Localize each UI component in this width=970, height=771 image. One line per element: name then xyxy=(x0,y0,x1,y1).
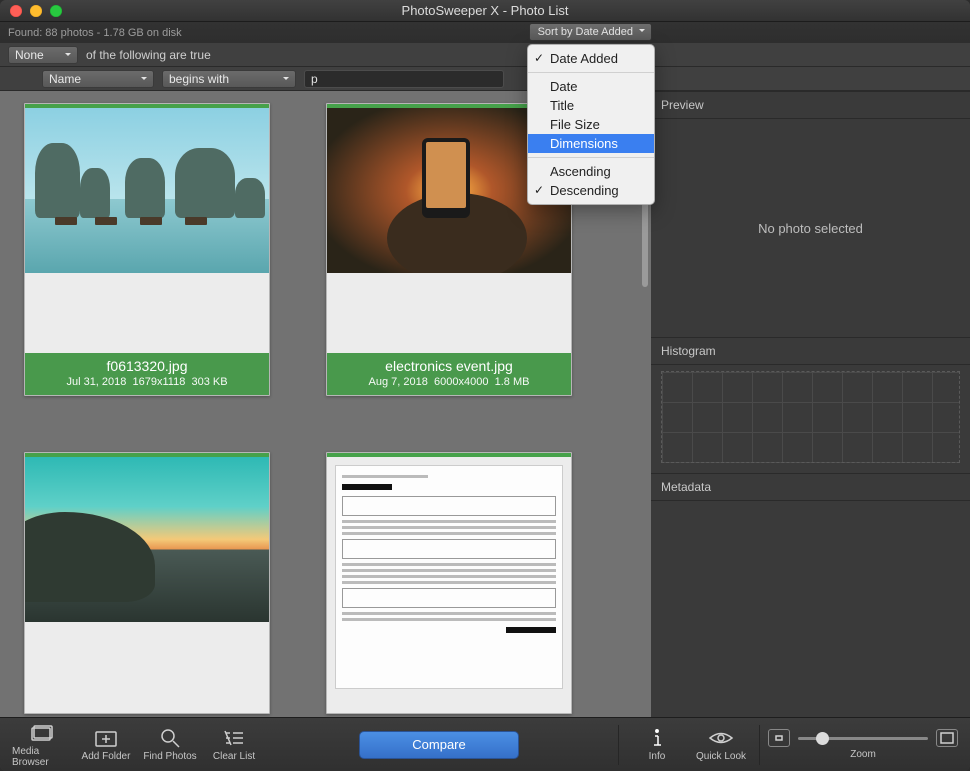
metadata-body xyxy=(651,501,970,717)
photo-card[interactable] xyxy=(326,452,572,714)
magnifier-icon xyxy=(157,727,183,749)
menu-item-label: Title xyxy=(550,98,574,113)
titlebar: PhotoSweeper X - Photo List xyxy=(0,0,970,22)
add-folder-button[interactable]: Add Folder xyxy=(76,727,136,762)
app-window: PhotoSweeper X - Photo List Found: 88 ph… xyxy=(0,0,970,771)
histogram-header: Histogram xyxy=(651,337,970,365)
menu-item-label: Date Added xyxy=(550,51,618,66)
button-label: Media Browser xyxy=(12,746,72,768)
window-title: PhotoSweeper X - Photo List xyxy=(0,3,970,18)
find-photos-button[interactable]: Find Photos xyxy=(140,727,200,762)
button-label: Clear List xyxy=(213,751,255,762)
eye-icon xyxy=(708,727,734,749)
sort-order-ascending[interactable]: Ascending xyxy=(528,162,654,181)
divider xyxy=(759,725,760,765)
info-button[interactable]: Info xyxy=(627,727,687,762)
bottom-toolbar: Media Browser Add Folder Find Photos Cle… xyxy=(0,717,970,771)
menu-item-label: Ascending xyxy=(550,164,611,179)
button-label: Quick Look xyxy=(696,751,746,762)
folder-plus-icon xyxy=(93,727,119,749)
clear-list-icon xyxy=(221,727,247,749)
sidebar: Preview No photo selected Histogram Meta… xyxy=(651,91,970,717)
photo-meta: electronics event.jpg Aug 7, 2018 6000x4… xyxy=(327,353,571,395)
match-mode-value: None xyxy=(15,48,44,62)
sort-option-file-size[interactable]: File Size xyxy=(528,115,654,134)
button-label: Find Photos xyxy=(143,751,196,762)
sort-option-date[interactable]: Date xyxy=(528,77,654,96)
slider-knob[interactable] xyxy=(816,732,829,745)
photo-stats: Aug 7, 2018 6000x4000 1.8 MB xyxy=(329,376,569,388)
filter-operator-select[interactable]: begins with xyxy=(162,70,296,88)
status-bar: Found: 88 photos - 1.78 GB on disk Sort … xyxy=(0,22,970,43)
menu-separator xyxy=(528,72,654,73)
zoom-out-button[interactable] xyxy=(768,729,790,747)
info-icon xyxy=(644,727,670,749)
zoom-slider[interactable] xyxy=(798,737,928,740)
menu-item-label: Date xyxy=(550,79,577,94)
photo-filename: electronics event.jpg xyxy=(329,358,569,374)
histogram-body xyxy=(661,371,960,463)
photo-card[interactable] xyxy=(24,452,270,714)
filter-row-1: None of the following are true xyxy=(0,43,970,67)
media-browser-button[interactable]: Media Browser xyxy=(12,722,72,768)
zoom-in-button[interactable] xyxy=(936,729,958,747)
sort-menu: Date Added Date Title File Size Dimensio… xyxy=(527,44,655,205)
match-tail-label: of the following are true xyxy=(86,48,211,62)
sort-menu-button[interactable]: Sort by Date Added xyxy=(529,23,652,41)
metadata-header: Metadata xyxy=(651,473,970,501)
found-status: Found: 88 photos - 1.78 GB on disk xyxy=(8,27,182,39)
clear-list-button[interactable]: Clear List xyxy=(204,727,264,762)
match-mode-select[interactable]: None xyxy=(8,46,78,64)
button-label: Info xyxy=(649,751,666,762)
sort-option-title[interactable]: Title xyxy=(528,96,654,115)
button-label: Compare xyxy=(412,737,465,752)
filter-row-2: Name begins with xyxy=(0,67,970,91)
preview-body: No photo selected xyxy=(651,119,970,337)
menu-item-label: Dimensions xyxy=(550,136,618,151)
filter-attribute-select[interactable]: Name xyxy=(42,70,154,88)
preview-empty-label: No photo selected xyxy=(758,221,863,236)
sort-order-descending[interactable]: Descending xyxy=(528,181,654,200)
menu-item-label: Descending xyxy=(550,183,619,198)
photo-thumbnail xyxy=(25,457,269,622)
photo-card[interactable]: f0613320.jpg Jul 31, 2018 1679x1118 303 … xyxy=(24,103,270,396)
photos-stack-icon xyxy=(29,722,55,744)
filter-value-input[interactable] xyxy=(304,70,504,88)
photo-filename: f0613320.jpg xyxy=(27,358,267,374)
filter-attribute-value: Name xyxy=(49,72,81,86)
menu-separator xyxy=(528,157,654,158)
button-label: Zoom xyxy=(850,749,876,760)
button-label: Add Folder xyxy=(82,751,131,762)
sort-option-date-added[interactable]: Date Added xyxy=(528,49,654,68)
divider xyxy=(618,725,619,765)
sort-option-dimensions[interactable]: Dimensions xyxy=(528,134,654,153)
main-split: f0613320.jpg Jul 31, 2018 1679x1118 303 … xyxy=(0,91,970,717)
photo-stats: Jul 31, 2018 1679x1118 303 KB xyxy=(27,376,267,388)
photo-meta: f0613320.jpg Jul 31, 2018 1679x1118 303 … xyxy=(25,353,269,395)
quick-look-button[interactable]: Quick Look xyxy=(691,727,751,762)
compare-button[interactable]: Compare xyxy=(359,731,519,759)
preview-header: Preview xyxy=(651,91,970,119)
photo-thumbnail xyxy=(25,108,269,273)
sort-menu-label: Sort by Date Added xyxy=(538,26,633,38)
menu-item-label: File Size xyxy=(550,117,600,132)
zoom-control: Zoom xyxy=(768,729,958,760)
photo-thumbnail xyxy=(327,457,571,697)
filter-operator-value: begins with xyxy=(169,72,229,86)
